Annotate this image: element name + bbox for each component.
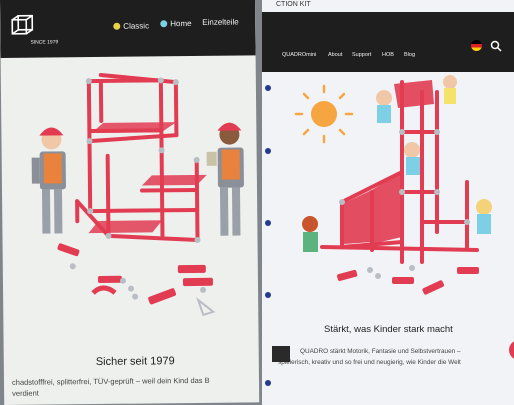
right-body-line-1: QUADRO stärkt Motorik, Fantasie und Selb…	[300, 348, 461, 355]
logo-since-text: SINCE 1979	[30, 39, 59, 46]
right-caption: Stärkt, was Kinder stark macht	[324, 324, 453, 335]
climbing-frame-illustration	[31, 72, 244, 317]
nav-item-support[interactable]: Support	[352, 52, 371, 58]
right-top-text: CTION KIT	[276, 1, 311, 8]
nav-item-blog[interactable]: Blog	[404, 52, 415, 58]
quadro-logo-icon[interactable]	[10, 14, 34, 38]
nav-item-einzelteile[interactable]: Einzelteile	[202, 18, 239, 27]
text-bullet-square	[272, 346, 290, 362]
search-icon[interactable]	[490, 40, 502, 52]
right-body-line-2: spielerisch, kreativ und so frei und neu…	[278, 359, 461, 366]
nav-item-home[interactable]: Home	[160, 19, 192, 28]
right-body-text: QUADRO stärkt Motorik, Fantasie und Selb…	[278, 346, 512, 368]
children-climbing-illustration	[294, 75, 492, 295]
sun-icon	[294, 84, 354, 144]
left-body-text: chadstofffrei, splitterfrei, TÜV-geprüft…	[12, 374, 257, 399]
nav-item-about[interactable]: About	[328, 52, 342, 58]
nav-item-classic[interactable]: Classic	[113, 21, 149, 31]
classic-dot-icon	[113, 22, 121, 30]
worker-right-illustration	[206, 122, 244, 236]
home-dot-icon	[160, 20, 168, 28]
nav-item-quadromini[interactable]: QUADROmini	[282, 52, 316, 58]
right-printed-page: CTION KIT QUADROmini About Support HOB B…	[262, 0, 514, 405]
left-header-bar: SINCE 1979 Classic Home Einzelteile	[0, 0, 256, 58]
nav-item-hob[interactable]: HOB	[382, 52, 394, 58]
worker-left-illustration	[31, 127, 66, 234]
left-caption: Sicher seit 1979	[95, 355, 175, 369]
german-flag-icon[interactable]	[471, 40, 482, 51]
right-header-bar: QUADROmini About Support HOB Blog	[262, 12, 514, 72]
left-printed-page: SINCE 1979 Classic Home Einzelteile Sich…	[0, 0, 260, 405]
